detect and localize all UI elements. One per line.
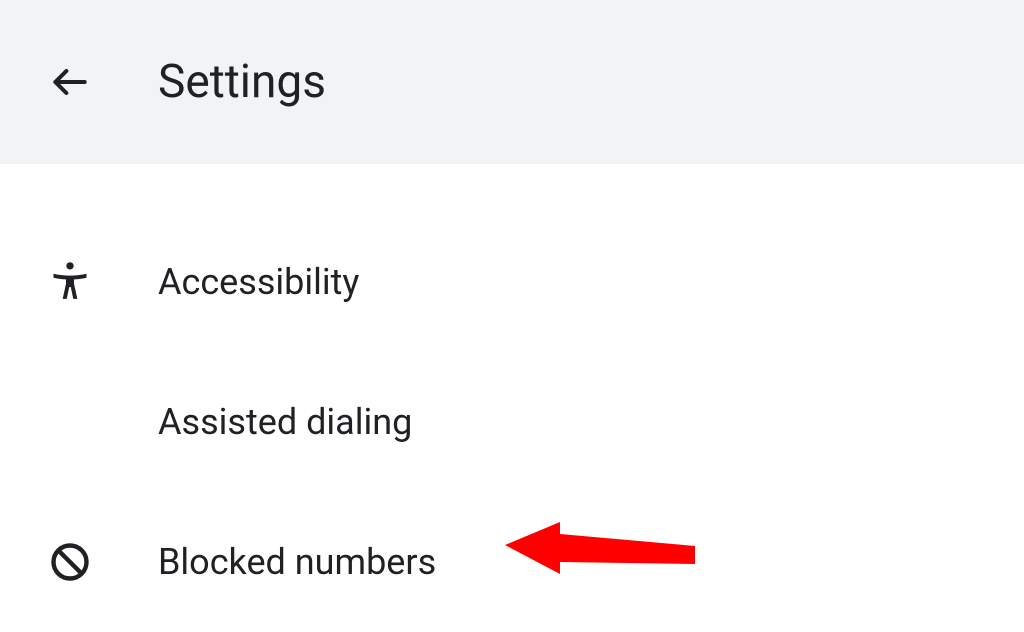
settings-list: Accessibility Assisted dialing Blocked n… — [0, 164, 1024, 632]
settings-item-label: Accessibility — [158, 261, 359, 303]
settings-item-label: Blocked numbers — [158, 541, 436, 583]
settings-item-assisted-dialing[interactable]: Assisted dialing — [0, 352, 1024, 492]
block-icon — [48, 540, 92, 584]
settings-item-accessibility[interactable]: Accessibility — [0, 212, 1024, 352]
back-button[interactable] — [48, 60, 92, 104]
settings-item-blocked-numbers[interactable]: Blocked numbers — [0, 492, 1024, 632]
accessibility-icon — [48, 260, 92, 304]
header-bar: Settings — [0, 0, 1024, 164]
settings-item-label: Assisted dialing — [158, 401, 412, 443]
page-title: Settings — [158, 55, 326, 109]
blank-icon — [48, 400, 92, 444]
arrow-left-icon — [48, 60, 92, 104]
